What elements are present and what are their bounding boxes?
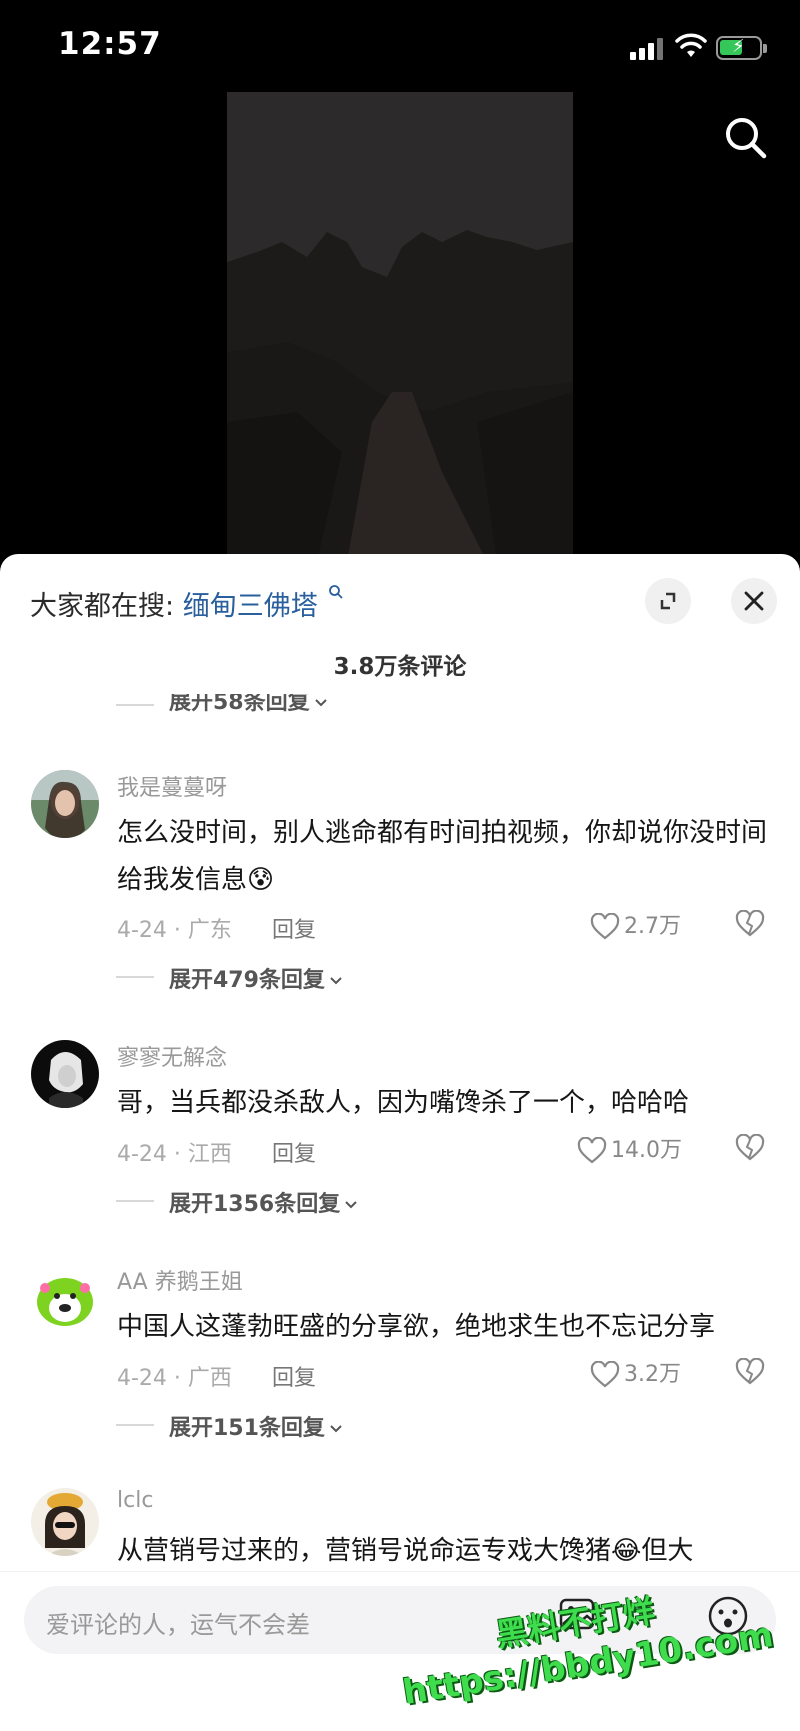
like-count: 14.0万 (611, 1138, 682, 1163)
comment-text: 从营销号过来的，营销号说命运专戏大馋猪😂但大 (117, 1536, 694, 1566)
expand-replies-label: 展开151条回复 (169, 1416, 325, 1441)
status-bar: 12:57 ⚡ (0, 0, 800, 92)
avatar[interactable] (31, 1264, 99, 1332)
expand-sheet-button[interactable] (645, 578, 691, 624)
chevron-down-icon (330, 977, 342, 985)
like-button[interactable]: 3.2万 (590, 1356, 681, 1389)
like-button[interactable]: 2.7万 (590, 908, 681, 941)
comment-meta: 4-24 · 江西 (117, 1142, 232, 1167)
trending-prefix: 大家都在搜: (30, 591, 175, 622)
avatar[interactable] (31, 1488, 99, 1556)
like-count: 3.2万 (624, 1362, 681, 1387)
comment-username[interactable]: AA 养鹅王姐 (117, 1264, 243, 1296)
trending-keyword[interactable]: 缅甸三佛塔 (183, 591, 318, 622)
reply-divider (116, 1424, 154, 1426)
heart-icon (590, 912, 620, 940)
reply-divider (116, 704, 154, 706)
chevron-down-icon (314, 699, 327, 707)
avatar[interactable] (31, 770, 99, 838)
chevron-down-icon (330, 1425, 342, 1433)
wifi-icon (675, 33, 707, 57)
search-small-icon (329, 585, 343, 599)
reply-button[interactable]: 回复 (272, 1136, 316, 1168)
expand-replies-button[interactable]: 展开479条回复 (169, 962, 343, 994)
comment-item: AA 养鹅王姐 中国人这蓬勃旺盛的分享欲，绝地求生也不忘记分享 4-24 · 广… (0, 1264, 800, 1424)
emoji-icon[interactable] (706, 1594, 750, 1638)
reply-button[interactable]: 回复 (272, 1360, 316, 1392)
trending-search[interactable]: 大家都在搜: 缅甸三佛塔 (30, 584, 344, 623)
dislike-button[interactable] (735, 1357, 765, 1390)
heart-icon (590, 1360, 620, 1388)
comment-sheet: 大家都在搜: 缅甸三佛塔 3.8万条评论 展开58条回复 我是蔓蔓呀 怎么没时间… (0, 554, 800, 1731)
comment-text: 怎么没时间，别人逃命都有时间拍视频，你却说你没时间给我发信息😰 (117, 818, 768, 895)
comment-username[interactable]: 我是蔓蔓呀 (117, 770, 227, 802)
status-time: 12:57 (58, 26, 162, 62)
heart-icon (577, 1136, 607, 1164)
broken-heart-icon (735, 909, 765, 937)
expand-icon (660, 592, 676, 610)
comment-input-placeholder: 爱评论的人，运气不会差 (46, 1611, 310, 1639)
avatar[interactable] (31, 1040, 99, 1108)
reply-divider (116, 976, 154, 978)
comment-meta: 4-24 · 广东 (117, 918, 232, 943)
dislike-button[interactable] (735, 909, 765, 942)
comment-item: lclc 从营销号过来的，营销号说命运专戏大馋猪😂但大 (0, 1488, 800, 1578)
expand-replies-button[interactable]: 展开1356条回复 (169, 1186, 358, 1218)
signal-icon (630, 38, 664, 60)
image-icon[interactable] (557, 1594, 597, 1634)
comment-input-bar: 爱评论的人，运气不会差 (0, 1571, 800, 1731)
comment-text: 中国人这蓬勃旺盛的分享欲，绝地求生也不忘记分享 (117, 1312, 716, 1342)
close-icon (744, 591, 764, 611)
comment-item: 寥寥无解念 哥，当兵都没杀敌人，因为嘴馋杀了一个，哈哈哈 4-24 · 江西 回… (0, 1040, 800, 1200)
reply-button[interactable]: 回复 (272, 912, 316, 944)
comment-meta: 4-24 · 广西 (117, 1366, 232, 1391)
top-expand-clip: 展开58条回复 (0, 694, 800, 716)
broken-heart-icon (735, 1357, 765, 1385)
expand-replies-label: 展开1356条回复 (169, 1192, 341, 1217)
like-count: 2.7万 (624, 914, 681, 939)
reply-divider (116, 1200, 154, 1202)
video-frame (227, 92, 573, 562)
comment-username[interactable]: 寥寥无解念 (117, 1040, 227, 1072)
video-player[interactable] (0, 92, 800, 562)
expand-replies-label: 展开58条回复 (169, 694, 310, 715)
comment-count: 3.8万条评论 (333, 654, 467, 680)
comment-text: 哥，当兵都没杀敌人，因为嘴馋杀了一个，哈哈哈 (117, 1088, 690, 1118)
search-icon[interactable] (722, 114, 770, 162)
chevron-down-icon (345, 1201, 357, 1209)
battery-icon: ⚡ (716, 36, 767, 60)
comment-username[interactable]: lclc (117, 1488, 153, 1513)
broken-heart-icon (735, 1133, 765, 1161)
comment-input[interactable]: 爱评论的人，运气不会差 (24, 1586, 776, 1654)
dislike-button[interactable] (735, 1133, 765, 1166)
close-button[interactable] (731, 578, 777, 624)
like-button[interactable]: 14.0万 (577, 1132, 682, 1165)
expand-replies-button[interactable]: 展开151条回复 (169, 1410, 343, 1442)
comment-item: 我是蔓蔓呀 怎么没时间，别人逃命都有时间拍视频，你却说你没时间给我发信息😰 4-… (0, 770, 800, 970)
video-scene-image (227, 92, 573, 562)
expand-replies-label: 展开479条回复 (169, 968, 325, 993)
expand-replies-button[interactable]: 展开58条回复 (169, 694, 328, 716)
